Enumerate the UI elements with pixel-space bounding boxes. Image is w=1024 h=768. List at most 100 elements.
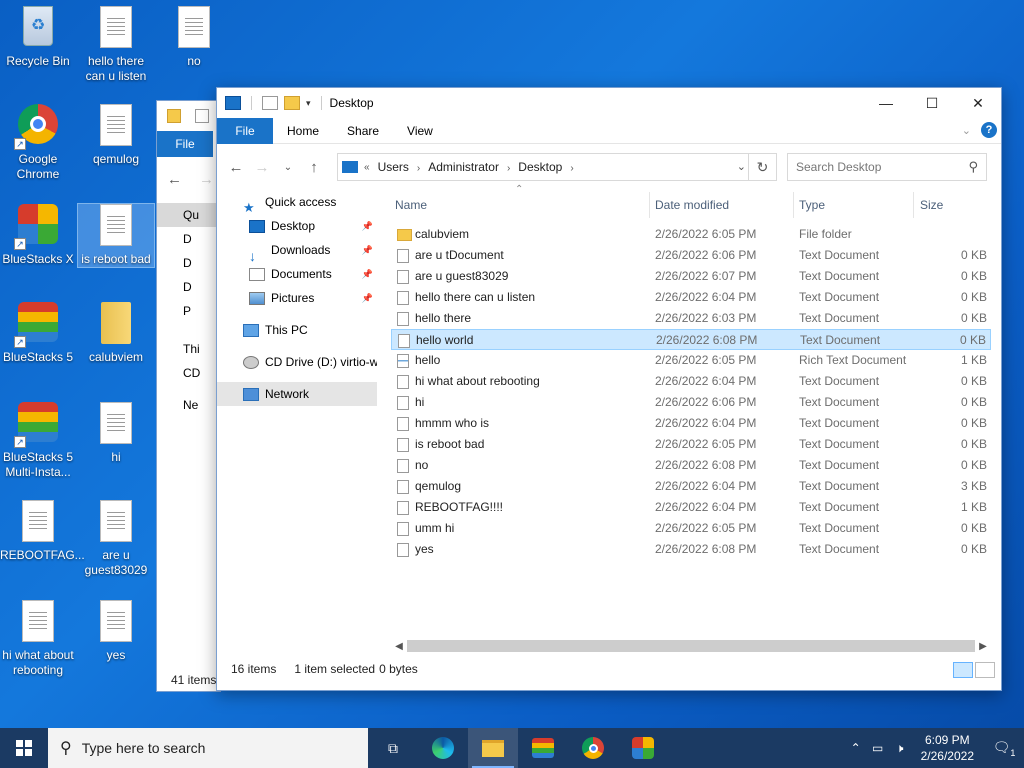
desktop-icon-bluestacks-x[interactable]: ↗ BlueStacks X bbox=[0, 204, 76, 267]
bluestacks-x-taskbar-button[interactable] bbox=[618, 728, 668, 768]
file-row[interactable]: are u guest83029 2/26/2022 6:07 PM Text Do… bbox=[391, 266, 991, 287]
horizontal-scrollbar[interactable]: ◀ ▶ bbox=[391, 638, 991, 654]
taskbar-search-input[interactable]: ⚲ Type here to search bbox=[48, 728, 368, 768]
breadcrumb-users[interactable]: Users bbox=[378, 160, 409, 174]
large-icons-view-icon[interactable] bbox=[975, 662, 995, 678]
search-input[interactable]: Search Desktop ⚲ bbox=[787, 153, 987, 181]
sidebar-item-desktop[interactable]: Desktop 📌 bbox=[217, 214, 377, 238]
explorer-window[interactable]: ▾ Desktop — ☐ ✕ File Home Share View ⌄ ?… bbox=[216, 87, 1002, 691]
file-row[interactable]: are u tDocument 2/26/2022 6:06 PM Text Doc… bbox=[391, 245, 991, 266]
edge-taskbar-button[interactable] bbox=[418, 728, 468, 768]
background-sidebar-item[interactable]: CD bbox=[157, 361, 220, 385]
address-bar[interactable]: « Users › Administrator › Desktop › ⌄ ↻ bbox=[337, 153, 777, 181]
file-row[interactable]: umm hi 2/26/2022 6:05 PM Text Document 0 KB bbox=[391, 518, 991, 539]
column-type[interactable]: Type bbox=[799, 198, 825, 212]
chrome-taskbar-button[interactable] bbox=[568, 728, 618, 768]
desktop-icon-hello-there-can-u-listen[interactable]: hello there can u listen bbox=[78, 6, 154, 84]
back-arrow-icon[interactable]: ← bbox=[167, 171, 182, 188]
column-name[interactable]: Name bbox=[395, 198, 427, 212]
file-row[interactable]: qemulog 2/26/2022 6:04 PM Text Document 3 K… bbox=[391, 476, 991, 497]
tab-view[interactable]: View bbox=[393, 118, 447, 144]
file-row[interactable]: hello 2/26/2022 6:05 PM Rich Text Document… bbox=[391, 350, 991, 371]
file-row[interactable]: is reboot bad 2/26/2022 6:05 PM Text Docum… bbox=[391, 434, 991, 455]
start-button[interactable] bbox=[0, 728, 48, 768]
details-view-icon[interactable] bbox=[953, 662, 973, 678]
sidebar-item-this-pc[interactable]: This PC bbox=[217, 318, 377, 342]
close-button[interactable]: ✕ bbox=[955, 88, 1001, 118]
file-row[interactable]: hi what about rebooting 2/26/2022 6:04 PM… bbox=[391, 371, 991, 392]
forward-arrow-icon[interactable]: → bbox=[199, 171, 214, 188]
desktop-icon-are-u-guest83029[interactable]: are u guest83029 bbox=[78, 500, 154, 578]
desktop-icon-no[interactable]: no bbox=[156, 6, 232, 69]
desktop-icon-bluestacks-5[interactable]: ↗ BlueStacks 5 bbox=[0, 302, 76, 365]
title-bar[interactable]: ▾ Desktop — ☐ ✕ bbox=[217, 88, 1001, 118]
desktop-icon-bluestacks-5-multi-insta[interactable]: ↗ BlueStacks 5 Multi-Insta... bbox=[0, 402, 76, 480]
sidebar-item-documents[interactable]: Documents 📌 bbox=[217, 262, 377, 286]
background-explorer-window[interactable]: File ← → Qu D D D P Thi CD Ne 41 items bbox=[156, 100, 221, 692]
recent-locations-chevron-icon[interactable]: ⌄ bbox=[277, 156, 299, 178]
background-file-tab[interactable]: File bbox=[157, 131, 213, 157]
help-icon[interactable]: ? bbox=[981, 122, 997, 138]
desktop-icon-google-chrome[interactable]: ↗ Google Chrome bbox=[0, 104, 76, 182]
file-row[interactable]: hello there can u listen 2/26/2022 6:04 P… bbox=[391, 287, 991, 308]
file-row[interactable]: REBOOTFAG!!!! 2/26/2022 6:04 PM Text Docum… bbox=[391, 497, 991, 518]
up-arrow-icon[interactable]: ↑ bbox=[303, 156, 325, 178]
background-sidebar-item[interactable]: P bbox=[157, 299, 220, 323]
file-row[interactable]: no 2/26/2022 6:08 PM Text Document 0 KB bbox=[391, 455, 991, 476]
back-arrow-icon[interactable]: ← bbox=[225, 156, 247, 178]
breadcrumb-desktop[interactable]: Desktop bbox=[518, 160, 562, 174]
column-divider[interactable] bbox=[793, 192, 794, 218]
breadcrumb-overflow[interactable]: « bbox=[364, 162, 370, 173]
customize-toolbar-chevron-icon[interactable]: ▾ bbox=[306, 98, 311, 109]
network-icon[interactable]: ▭ bbox=[867, 741, 889, 755]
scroll-right-arrow-icon[interactable]: ▶ bbox=[975, 641, 991, 652]
breadcrumb-administrator[interactable]: Administrator bbox=[428, 160, 499, 174]
background-sidebar-item[interactable]: Thi bbox=[157, 337, 220, 361]
forward-arrow-icon[interactable]: → bbox=[251, 156, 273, 178]
sidebar-item-downloads[interactable]: ↓ Downloads 📌 bbox=[217, 238, 377, 262]
clock[interactable]: 6:09 PM 2/26/2022 bbox=[911, 732, 984, 764]
column-size[interactable]: Size bbox=[920, 198, 943, 212]
desktop-icon-yes[interactable]: yes bbox=[78, 600, 154, 663]
sidebar-item-network[interactable]: Network bbox=[217, 382, 377, 406]
file-explorer-taskbar-button[interactable] bbox=[468, 728, 518, 768]
background-sidebar-item[interactable]: D bbox=[157, 251, 220, 275]
properties-icon[interactable] bbox=[262, 96, 278, 110]
show-hidden-icons-chevron-icon[interactable]: ⌃ bbox=[845, 741, 867, 755]
column-divider[interactable] bbox=[649, 192, 650, 218]
sidebar-item-cd-drive-d-virtio-w[interactable]: CD Drive (D:) virtio-w bbox=[217, 350, 377, 374]
desktop-icon-is-reboot-bad[interactable]: is reboot bad bbox=[77, 203, 155, 268]
tab-file[interactable]: File bbox=[217, 117, 273, 144]
file-row[interactable]: hello there 2/26/2022 6:03 PM Text Documen… bbox=[391, 308, 991, 329]
file-row[interactable]: hi 2/26/2022 6:06 PM Text Document 0 KB bbox=[391, 392, 991, 413]
background-sidebar-item[interactable]: D bbox=[157, 227, 220, 251]
background-titlebar[interactable] bbox=[157, 101, 220, 131]
column-divider[interactable] bbox=[913, 192, 914, 218]
background-sidebar-item[interactable]: Qu bbox=[157, 203, 220, 227]
maximize-button[interactable]: ☐ bbox=[909, 88, 955, 118]
desktop-icon-calubviem[interactable]: calubviem bbox=[78, 302, 154, 365]
background-sidebar-item[interactable]: D bbox=[157, 275, 220, 299]
sidebar-item-pictures[interactable]: Pictures 📌 bbox=[217, 286, 377, 310]
breadcrumb-chevron-icon[interactable]: › bbox=[417, 163, 420, 174]
scroll-left-arrow-icon[interactable]: ◀ bbox=[391, 641, 407, 652]
new-folder-icon[interactable] bbox=[284, 96, 300, 110]
background-sidebar-item[interactable]: Ne bbox=[157, 393, 220, 417]
file-row[interactable]: yes 2/26/2022 6:08 PM Text Document 0 KB bbox=[391, 539, 991, 560]
this-pc-icon[interactable] bbox=[225, 96, 241, 110]
breadcrumb-chevron-icon[interactable]: › bbox=[570, 163, 573, 174]
notification-center-button[interactable]: 🗨1 bbox=[984, 739, 1024, 758]
file-row[interactable]: hmmm who is 2/26/2022 6:04 PM Text Documen… bbox=[391, 413, 991, 434]
minimize-button[interactable]: — bbox=[863, 88, 909, 118]
expand-ribbon-chevron-icon[interactable]: ⌄ bbox=[962, 124, 971, 137]
desktop-icon-rebootfag[interactable]: REBOOTFAG... bbox=[0, 500, 85, 563]
volume-muted-icon[interactable]: 🕨 bbox=[889, 741, 911, 756]
file-row[interactable]: hello world 2/26/2022 6:08 PM Text Documen… bbox=[391, 329, 991, 350]
sidebar-item-quick-access[interactable]: ★ Quick access bbox=[217, 190, 377, 214]
desktop-icon-recycle-bin[interactable]: ♻ Recycle Bin bbox=[0, 6, 76, 69]
address-dropdown-chevron-icon[interactable]: ⌄ bbox=[737, 160, 746, 173]
bluestacks-taskbar-button[interactable] bbox=[518, 728, 568, 768]
breadcrumb-chevron-icon[interactable]: › bbox=[507, 163, 510, 174]
desktop-icon-qemulog[interactable]: qemulog bbox=[78, 104, 154, 167]
tab-share[interactable]: Share bbox=[333, 118, 393, 144]
